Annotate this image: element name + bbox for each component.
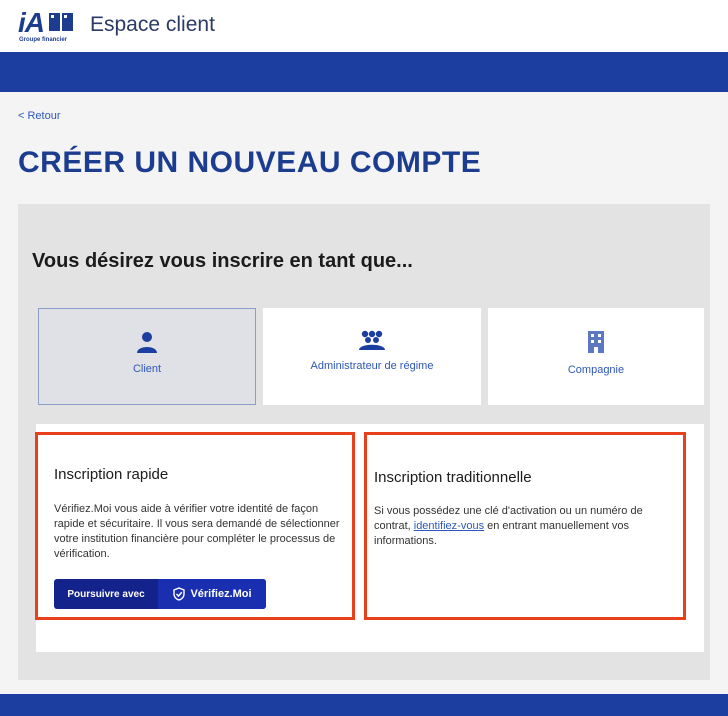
check-shield-icon <box>173 587 186 601</box>
top-nav-bar <box>0 52 728 92</box>
verify-button-brand: Vérifiez.Moi <box>158 579 266 609</box>
quick-registration-text: Vérifiez.Moi vous aide à vérifier votre … <box>54 503 340 560</box>
traditional-registration-title: Inscription traditionnelle <box>374 469 532 486</box>
ia-logo[interactable]: iA Groupe financier <box>18 7 80 49</box>
verify-button-prefix: Poursuivre avec <box>67 588 145 600</box>
option-plan-administrator[interactable]: Administrateur de régime <box>263 308 481 405</box>
option-client[interactable]: Client <box>38 308 256 405</box>
panel-heading: Vous désirez vous inscrire en tant que..… <box>32 250 413 272</box>
app-title: Espace client <box>90 13 215 36</box>
logo-text: iA <box>18 7 45 38</box>
traditional-text-after: en entrant manuellement vos informations… <box>374 520 630 547</box>
quick-registration-title: Inscription rapide <box>54 466 169 483</box>
option-company[interactable]: Compagnie <box>488 308 704 405</box>
header: iA Groupe financier Espace client <box>0 0 728 52</box>
person-icon <box>137 332 157 353</box>
building-icon <box>588 331 604 353</box>
option-company-label: Compagnie <box>567 364 625 376</box>
group-icon <box>359 330 385 350</box>
identify-link[interactable]: identifiez-vous <box>414 520 484 532</box>
logo-subtext: Groupe financier <box>19 37 68 43</box>
footer-bar <box>0 694 728 716</box>
page-title: CRÉER UN NOUVEAU COMPTE <box>18 146 482 179</box>
verify-me-button[interactable]: Poursuivre avec Vérifiez.Moi <box>54 579 266 609</box>
logo-flag-icon <box>49 13 73 31</box>
back-link[interactable]: < Retour <box>18 110 61 122</box>
traditional-registration-text: Si vous possédez une clé d'activation ou… <box>374 504 674 549</box>
verify-button-brand-label: Vérifiez.Moi <box>190 588 252 600</box>
option-client-label: Client <box>132 363 162 375</box>
option-plan-administrator-label: Administrateur de régime <box>310 360 434 372</box>
